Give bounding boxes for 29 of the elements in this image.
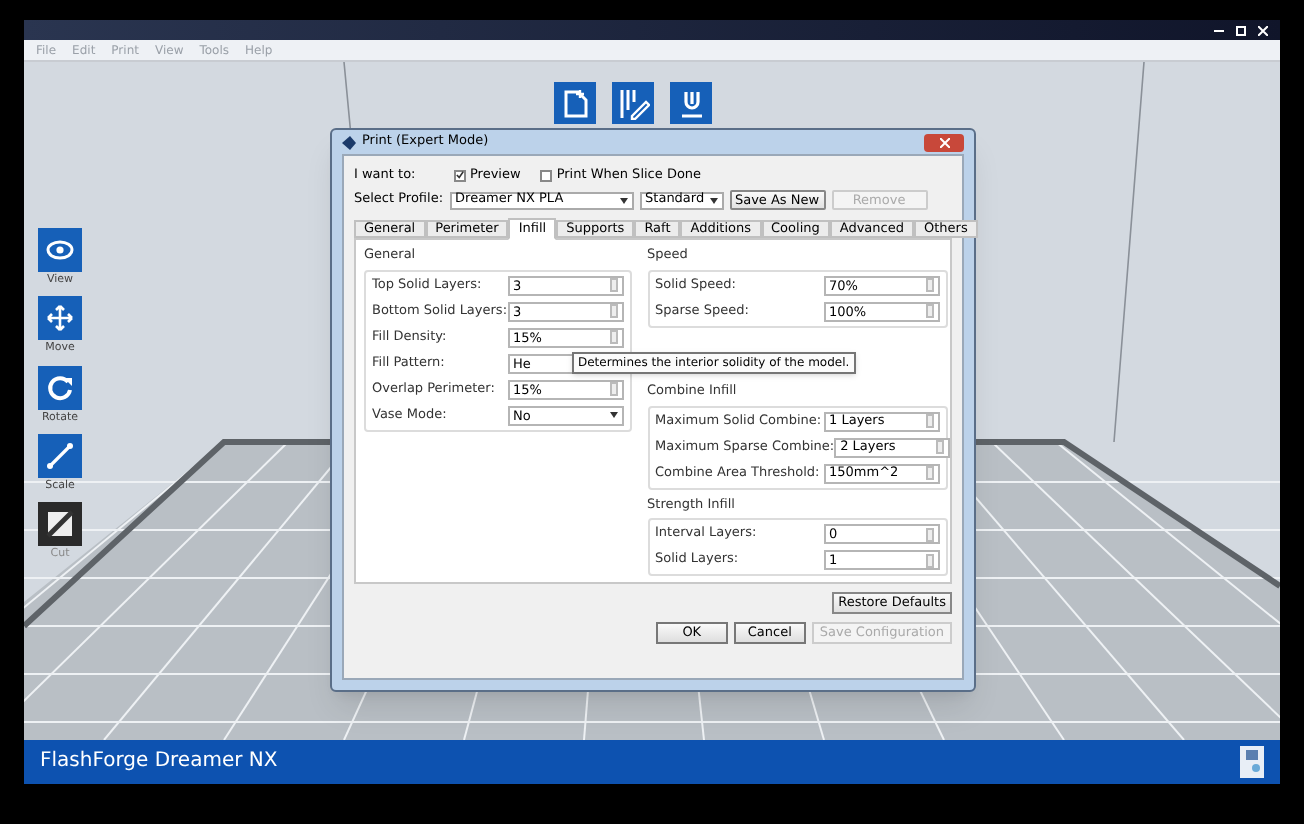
pencil-supports-icon [617,87,649,119]
nozzle-icon [679,89,703,117]
eye-icon [46,240,74,260]
diagonal-arrow-icon [46,441,74,470]
document-icon [563,89,587,117]
toolbar-button[interactable] [554,82,596,124]
close-icon [939,137,949,147]
maximize-icon[interactable] [1236,25,1246,35]
toolbar-button[interactable] [670,82,712,124]
dropdown-arrow-icon [619,197,628,203]
checkbox[interactable] [540,169,553,181]
minimize-icon[interactable] [1214,29,1224,31]
tool-button[interactable] [38,228,82,272]
toolbar-button[interactable] [612,82,654,124]
printer-name: FlashForge Dreamer NX [40,748,278,776]
dropdown-arrow-icon [609,412,618,419]
tool-button[interactable] [38,296,82,341]
move-arrows-icon [46,304,74,333]
printer-icon[interactable] [1240,745,1264,777]
checkbox[interactable] [454,169,466,181]
close-button[interactable] [924,133,964,151]
close-icon[interactable] [1258,25,1268,35]
spinner-icon [609,382,618,397]
dropdown-arrow-icon [709,197,718,203]
tool-button[interactable] [38,433,82,478]
cut-plane-icon [46,510,74,538]
rotate-icon [46,373,74,401]
tool-button[interactable] [38,365,82,409]
app-logo-icon [342,135,356,149]
